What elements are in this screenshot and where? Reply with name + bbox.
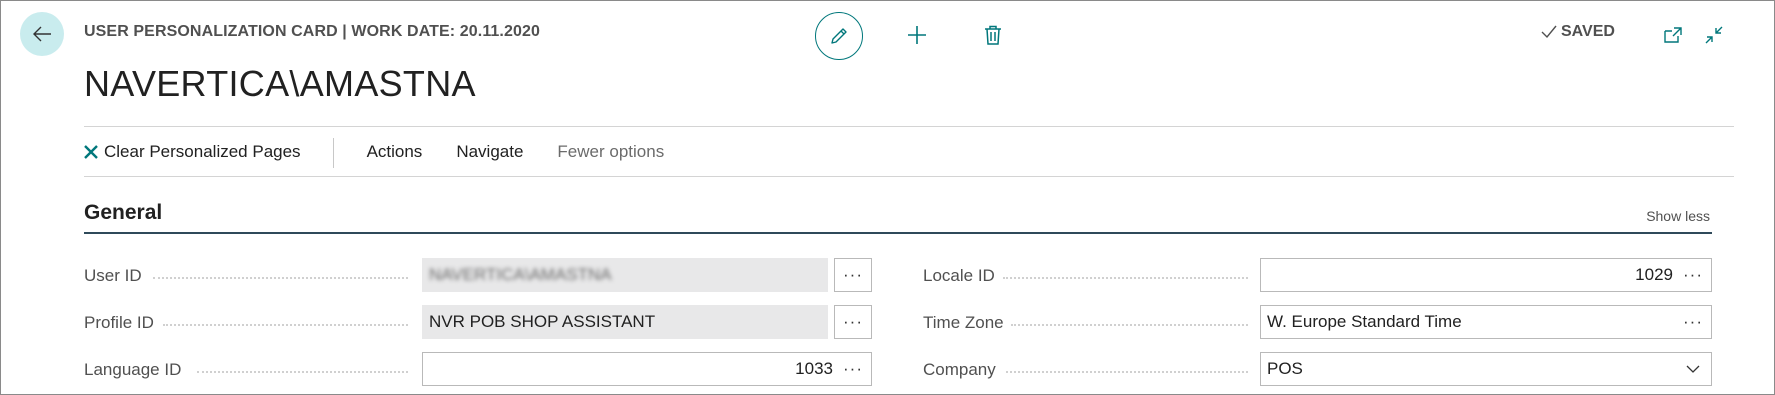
pencil-icon (831, 28, 847, 44)
collapse-icon (1705, 26, 1723, 44)
locale-id-value: 1029 (1635, 265, 1673, 284)
language-id-field[interactable]: 1033 ··· (422, 352, 872, 386)
language-id-leader (197, 371, 408, 373)
time-zone-leader (1011, 324, 1248, 326)
profile-id-lookup-button[interactable]: ··· (834, 305, 872, 339)
locale-id-leader (1003, 277, 1248, 279)
collapse-button[interactable] (1698, 19, 1730, 51)
company-leader (1006, 371, 1248, 373)
popout-button[interactable] (1657, 19, 1689, 51)
chevron-down-icon (1686, 365, 1700, 373)
locale-id-field[interactable]: 1029 ··· (1260, 258, 1712, 292)
trash-icon (985, 25, 1001, 45)
user-id-value: NAVERTICA\AMASTNA (429, 265, 612, 284)
company-value: POS (1267, 359, 1303, 378)
action-bar: Clear Personalized Pages Actions Navigat… (84, 138, 664, 166)
section-rule (84, 232, 1712, 234)
action-separator (333, 138, 334, 168)
user-id-field[interactable]: NAVERTICA\AMASTNA (422, 258, 828, 292)
checkmark-icon (1541, 25, 1557, 39)
user-id-lookup-button[interactable]: ··· (834, 258, 872, 292)
company-select[interactable]: POS (1260, 352, 1712, 386)
user-id-label: User ID (84, 266, 142, 285)
page-title: NAVERTICA\AMASTNA (84, 63, 476, 104)
edit-button[interactable] (815, 12, 863, 60)
page-caption: USER PERSONALIZATION CARD | WORK DATE: 2… (84, 23, 540, 40)
open-new-window-icon (1664, 27, 1682, 43)
saved-label: SAVED (1561, 23, 1615, 40)
fewer-options-toggle[interactable]: Fewer options (557, 142, 664, 162)
company-label: Company (923, 360, 996, 379)
header-divider (84, 126, 1734, 127)
plus-icon (908, 26, 926, 44)
locale-id-lookup-button[interactable]: ··· (1683, 265, 1703, 285)
time-zone-value: W. Europe Standard Time (1267, 312, 1462, 331)
profile-id-value: NVR POB SHOP ASSISTANT (429, 312, 656, 331)
time-zone-label: Time Zone (923, 313, 1004, 332)
x-icon (84, 145, 98, 159)
page-frame: USER PERSONALIZATION CARD | WORK DATE: 2… (0, 0, 1775, 395)
clear-personalized-pages-action[interactable]: Clear Personalized Pages (84, 142, 301, 162)
locale-id-label: Locale ID (923, 266, 995, 285)
language-id-label: Language ID (84, 360, 182, 379)
time-zone-lookup-button[interactable]: ··· (1683, 312, 1703, 332)
language-id-lookup-button[interactable]: ··· (843, 359, 863, 379)
saved-indicator: SAVED (1541, 23, 1615, 41)
language-id-value: 1033 (795, 359, 833, 378)
show-less-toggle[interactable]: Show less (1646, 208, 1710, 224)
user-id-leader (153, 277, 408, 279)
clear-action-label: Clear Personalized Pages (104, 142, 301, 161)
arrow-left-icon (33, 26, 51, 42)
profile-id-leader (163, 324, 408, 326)
section-title-general: General (84, 201, 163, 224)
profile-id-label: Profile ID (84, 313, 154, 332)
delete-button[interactable] (977, 19, 1009, 51)
time-zone-field[interactable]: W. Europe Standard Time ··· (1260, 305, 1712, 339)
back-button[interactable] (20, 12, 64, 56)
navigate-menu[interactable]: Navigate (456, 142, 523, 162)
add-button[interactable] (901, 19, 933, 51)
action-bar-divider (84, 176, 1734, 177)
profile-id-field[interactable]: NVR POB SHOP ASSISTANT (422, 305, 828, 339)
actions-menu[interactable]: Actions (367, 142, 423, 162)
